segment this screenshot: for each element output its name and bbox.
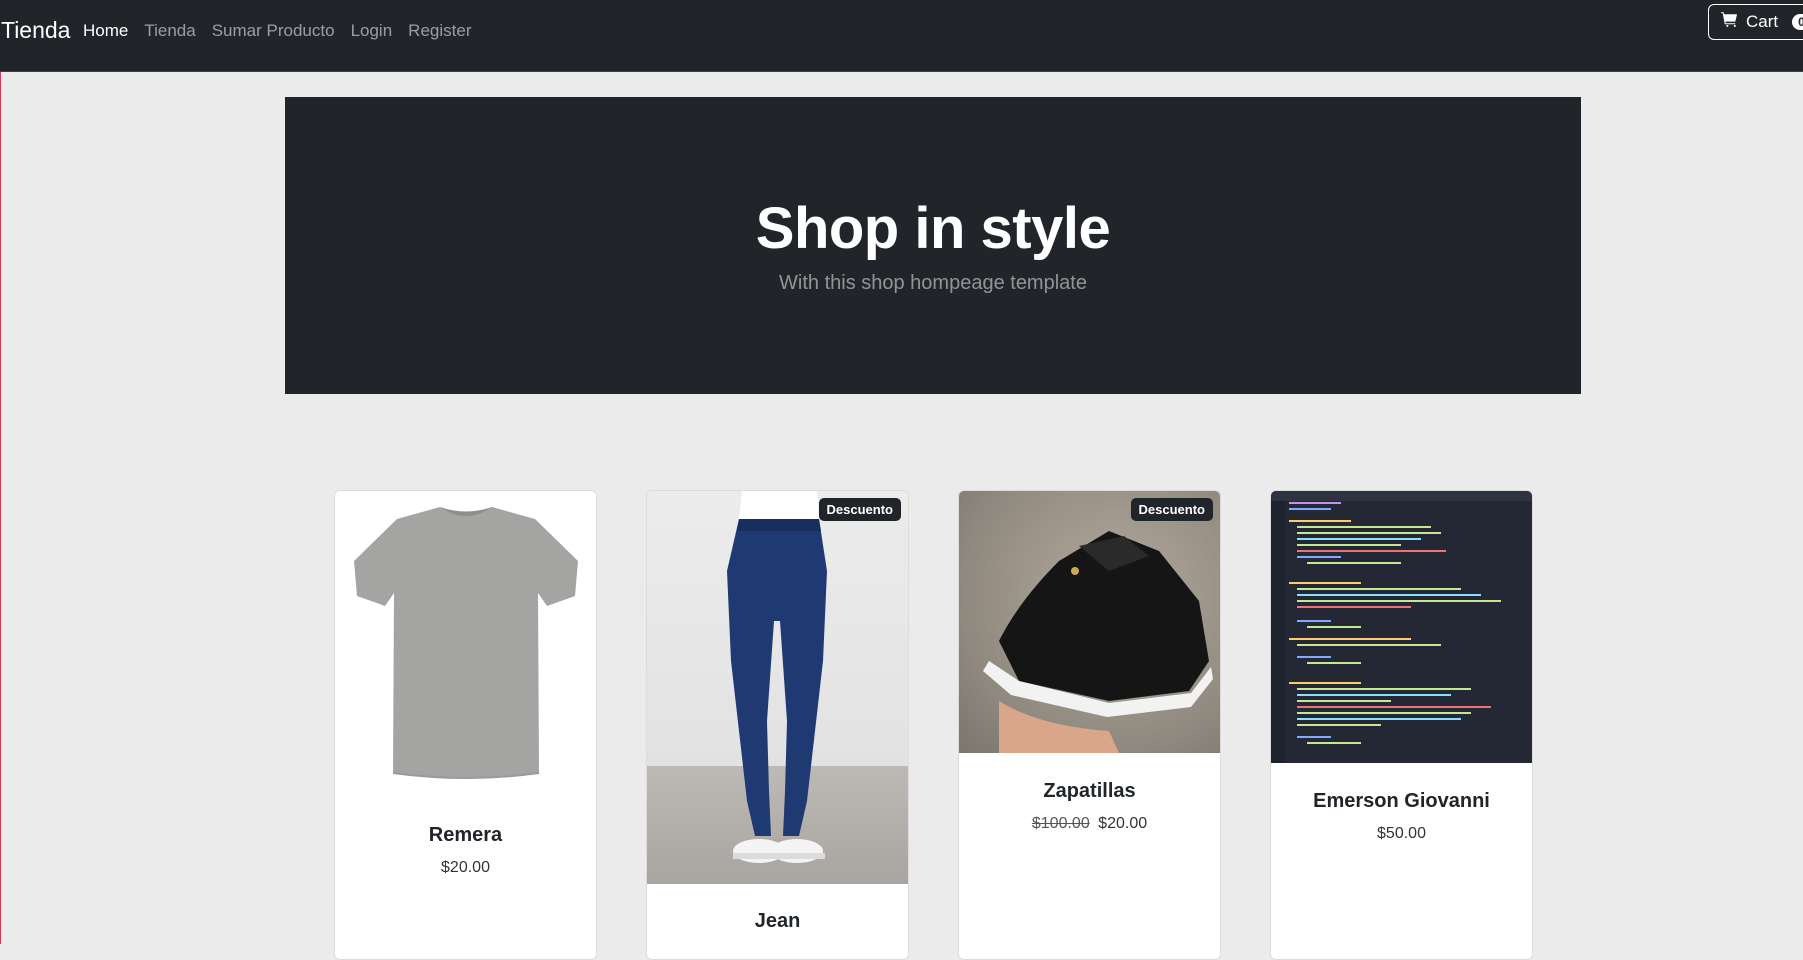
product-image-gray-tshirt (335, 491, 596, 796)
page-left-edge (0, 0, 1, 944)
nav-link-tienda[interactable]: Tienda (144, 21, 195, 41)
cart-icon (1721, 11, 1738, 33)
product-old-price: $100.00 (1031, 815, 1090, 832)
product-card-zapatillas[interactable]: Descuento Zapatillas $100.00 $20.00 (958, 490, 1221, 960)
cart-label: Cart (1746, 12, 1779, 31)
product-name: Emerson Giovanni (1313, 790, 1490, 812)
sale-badge: Descuento (1130, 498, 1213, 521)
nav-link-login[interactable]: Login (351, 21, 393, 41)
sale-badge: Descuento (818, 498, 901, 521)
product-card-jean[interactable]: Descuento Jean (646, 490, 909, 960)
hero-subtitle: With this shop hompeage template (779, 272, 1087, 294)
hero-banner: Shop in style With this shop hompeage te… (285, 97, 1581, 394)
top-navbar: Tienda Home Tienda Sumar Producto Login … (0, 0, 1803, 72)
product-image-code-screenshot (1271, 491, 1532, 763)
product-sale-price: $20.00 (1098, 815, 1148, 832)
product-name: Remera (428, 824, 503, 846)
product-price: $50.00 (1377, 825, 1426, 842)
cart-button[interactable]: Cart 0 (1708, 4, 1803, 40)
nav-links: Home Tienda Sumar Producto Login Registe… (83, 21, 471, 41)
nav-link-sumar-producto[interactable]: Sumar Producto (212, 21, 335, 41)
product-name: Jean (754, 910, 801, 932)
product-card-remera[interactable]: Remera $20.00 (334, 490, 597, 960)
product-image-blue-jeans (647, 491, 908, 884)
product-card-emerson-giovanni[interactable]: Emerson Giovanni $50.00 (1270, 490, 1533, 960)
cart-count-badge: 0 (1792, 14, 1803, 30)
nav-link-home[interactable]: Home (83, 21, 128, 41)
product-price: $100.00 $20.00 (959, 815, 1220, 833)
product-name: Zapatillas (1043, 780, 1136, 802)
product-price: $20.00 (441, 859, 490, 876)
hero-title: Shop in style (755, 196, 1111, 261)
brand-link[interactable]: Tienda (1, 17, 70, 44)
product-image-black-sneakers (959, 491, 1220, 753)
nav-link-register[interactable]: Register (408, 21, 471, 41)
